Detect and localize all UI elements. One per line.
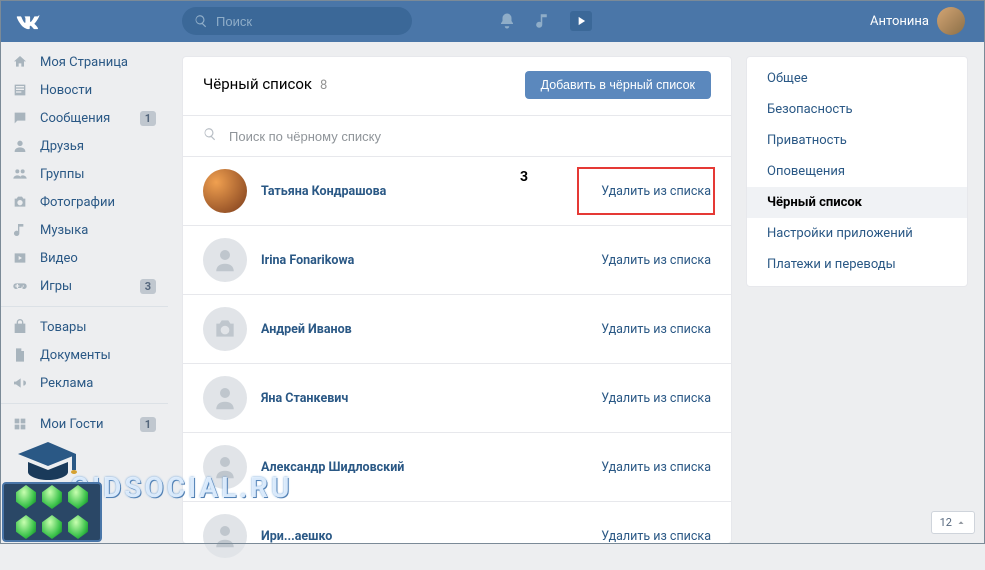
sidebar-item-label: Моя Страница (40, 55, 128, 70)
blacklist-search[interactable] (183, 115, 731, 157)
sidebar-item-label: Документы (40, 348, 111, 363)
grid-icon (10, 416, 30, 432)
blacklist-card: Чёрный список 8 Добавить в чёрный список… (182, 56, 732, 544)
sidebar-item-label: Фотографии (40, 195, 115, 210)
settings-sidebar: ОбщееБезопасностьПриватностьОповещенияЧё… (746, 56, 968, 287)
chat-icon (10, 110, 30, 126)
bag-icon (10, 319, 30, 335)
remove-from-list-link[interactable]: Удалить из списка (601, 391, 711, 406)
sidebar-item-games[interactable]: Игры 3 (0, 272, 168, 300)
gamepad-icon (10, 278, 30, 294)
settings-tab-payments[interactable]: Платежи и переводы (747, 249, 967, 280)
sidebar-item-label: Мои Гости (40, 417, 104, 432)
remove-from-list-link[interactable]: Удалить из списка (601, 322, 711, 337)
remove-from-list-link[interactable]: Удалить из списка (601, 529, 711, 544)
sidebar-item-label: Сообщения (40, 111, 110, 126)
add-to-blacklist-button[interactable]: Добавить в чёрный список (525, 71, 711, 99)
sidebar-item-guests[interactable]: Мои Гости 1 (0, 410, 168, 438)
settings-tab-apps[interactable]: Настройки приложений (747, 218, 967, 249)
sidebar-item-music[interactable]: Музыка (0, 216, 168, 244)
camera-icon (10, 194, 30, 210)
sidebar-item-docs[interactable]: Документы (0, 341, 168, 369)
blacklist-row: Irina Fonarikowa Удалить из списка (183, 226, 731, 295)
search-icon (194, 14, 208, 28)
notification-counter[interactable]: 12 (931, 511, 975, 534)
megaphone-icon (10, 375, 30, 391)
settings-tab-security[interactable]: Безопасность (747, 94, 967, 125)
video-play-icon[interactable] (570, 11, 592, 31)
user-avatar[interactable] (203, 238, 247, 282)
blacklist-search-input[interactable] (229, 129, 711, 144)
avatar (937, 7, 965, 35)
sidebar-item-photos[interactable]: Фотографии (0, 188, 168, 216)
sidebar-item-news[interactable]: Новости (0, 76, 168, 104)
sidebar-item-label: Игры (40, 279, 72, 294)
user-name-link[interactable]: Александр Шидловский (261, 460, 404, 475)
users-icon (10, 166, 30, 182)
left-sidebar: Моя Страница Новости Сообщения 1 Друзья Групп… (0, 42, 168, 544)
settings-tab-general[interactable]: Общее (747, 63, 967, 94)
header-search[interactable] (182, 7, 412, 35)
user-menu[interactable]: Антонина (870, 7, 965, 35)
blacklist-row: Татьяна Кондрашова Удалить из списка 3 (183, 157, 731, 226)
blacklist-row: Александр Шидловский Удалить из списка (183, 433, 731, 502)
user-avatar[interactable] (203, 307, 247, 351)
sidebar-item-label: Группы (40, 167, 84, 182)
sidebar-item-label: Новости (40, 83, 92, 98)
video-icon (10, 250, 30, 266)
vk-logo[interactable] (14, 7, 42, 35)
game-thumbnail[interactable] (2, 482, 102, 542)
music-icon[interactable] (534, 12, 552, 30)
annotation-callout: 3 (495, 163, 553, 191)
page-title: Чёрный список (203, 75, 312, 93)
sidebar-item-market[interactable]: Товары (0, 313, 168, 341)
sidebar-badge: 1 (140, 111, 156, 126)
user-name-link[interactable]: Андрей Иванов (261, 322, 352, 337)
sidebar-badge: 1 (140, 417, 156, 432)
sidebar-item-label: Товары (40, 320, 86, 335)
user-avatar[interactable] (203, 445, 247, 489)
sidebar-item-friends[interactable]: Друзья (0, 132, 168, 160)
user-avatar[interactable] (203, 514, 247, 558)
sidebar-item-video[interactable]: Видео (0, 244, 168, 272)
sidebar-item-mypage[interactable]: Моя Страница (0, 48, 168, 76)
remove-from-list-link[interactable]: Удалить из списка (601, 460, 711, 475)
blacklist-row: Ири...аешко Удалить из списка (183, 502, 731, 570)
sidebar-item-messages[interactable]: Сообщения 1 (0, 104, 168, 132)
username: Антонина (870, 14, 929, 29)
remove-from-list-link[interactable]: Удалить из списка (601, 253, 711, 268)
blacklist-row: Андрей Иванов Удалить из списка (183, 295, 731, 364)
sidebar-item-label: Реклама (40, 376, 93, 391)
sidebar-item-label: Музыка (40, 223, 88, 238)
music-icon (10, 222, 30, 238)
settings-tab-privacy[interactable]: Приватность (747, 125, 967, 156)
sidebar-item-label: Друзья (40, 139, 84, 154)
sidebar-item-ads[interactable]: Реклама (0, 369, 168, 397)
home-icon (10, 54, 30, 70)
user-name-link[interactable]: Яна Станкевич (261, 391, 348, 406)
user-name-link[interactable]: Irina Fonarikowa (261, 253, 354, 268)
doc-icon (10, 347, 30, 363)
news-icon (10, 82, 30, 98)
notifications-icon[interactable] (498, 12, 516, 30)
blacklist-row: Яна Станкевич Удалить из списка (183, 364, 731, 433)
settings-tab-blacklist[interactable]: Чёрный список (747, 187, 967, 218)
topbar: Антонина (0, 0, 985, 42)
sidebar-item-groups[interactable]: Группы (0, 160, 168, 188)
annotation-highlight (577, 167, 715, 215)
search-icon (203, 127, 217, 145)
user-name-link[interactable]: Татьяна Кондрашова (261, 184, 386, 199)
sidebar-item-label: Видео (40, 251, 78, 266)
user-icon (10, 138, 30, 154)
blacklist-count: 8 (320, 78, 327, 93)
user-avatar[interactable] (203, 376, 247, 420)
sidebar-badge: 3 (140, 279, 156, 294)
header-search-input[interactable] (216, 14, 400, 29)
user-avatar[interactable] (203, 169, 247, 213)
user-name-link[interactable]: Ири...аешко (261, 529, 332, 544)
settings-tab-notifications[interactable]: Оповещения (747, 156, 967, 187)
